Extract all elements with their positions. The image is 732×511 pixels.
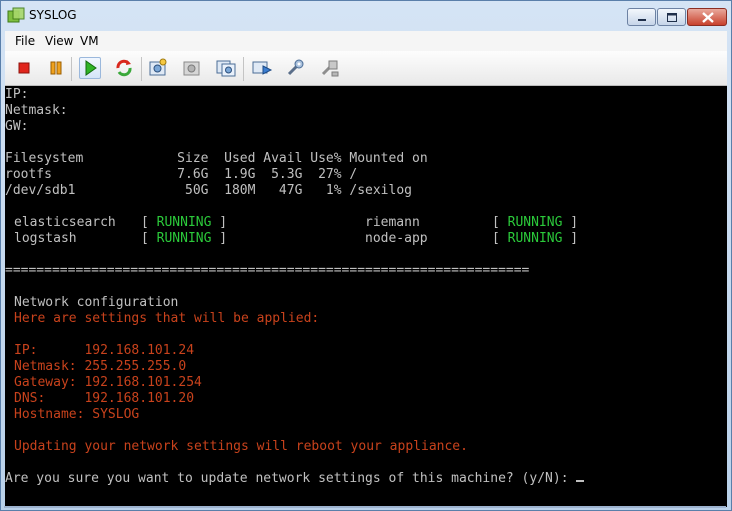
setting-value: 192.168.101.254	[84, 375, 202, 390]
separator-line: ========================================…	[5, 263, 530, 278]
setting-dns: DNS: 192.168.101.20	[14, 391, 194, 407]
setting-label: DNS:	[14, 391, 85, 406]
close-icon	[702, 12, 714, 23]
setting-gateway: Gateway: 192.168.101.254	[14, 375, 202, 391]
service-status: [ RUNNING ]	[492, 215, 579, 230]
setting-value: 192.168.101.20	[84, 391, 195, 406]
service-name: riemann	[365, 215, 420, 230]
ip-label: IP:	[5, 87, 29, 102]
close-button[interactable]	[687, 8, 727, 26]
window-title: SYSLOG	[29, 8, 77, 22]
vm-console[interactable]: IP: Netmask: GW: Filesystem Size Used Av…	[5, 86, 727, 507]
toolbar-separator	[71, 57, 72, 81]
status-running: RUNNING	[507, 231, 563, 246]
settings-icon[interactable]	[285, 57, 307, 79]
menu-vm[interactable]: VM	[80, 34, 99, 48]
menu-bar: File View VM	[5, 31, 727, 51]
network-config-title: Network configuration	[14, 295, 179, 310]
setting-hostname: Hostname: SYSLOG	[14, 407, 139, 423]
menu-view[interactable]: View	[45, 34, 73, 48]
service-name: logstash	[14, 231, 77, 246]
minimize-icon	[638, 19, 646, 21]
confirm-prompt: Are you sure you want to update network …	[5, 471, 577, 486]
maximize-button[interactable]	[657, 8, 686, 26]
status-running: RUNNING	[507, 215, 563, 230]
maximize-icon	[667, 13, 677, 22]
install-tools-icon[interactable]	[319, 57, 341, 79]
service-status: [ RUNNING ]	[141, 231, 228, 246]
netmask-label: Netmask:	[5, 103, 68, 118]
vm-window: SYSLOG File View VM IP: Netmask: GW: Fil…	[0, 0, 732, 511]
minimize-button[interactable]	[627, 8, 656, 26]
send-ctrl-alt-del-icon[interactable]	[251, 57, 273, 79]
reboot-warning: Updating your network settings will rebo…	[14, 439, 468, 454]
status-running: RUNNING	[156, 231, 212, 246]
df-header: Filesystem Size Used Avail Use% Mounted …	[5, 151, 428, 166]
snapshot-icon[interactable]	[147, 57, 169, 79]
revert-icon[interactable]	[181, 57, 203, 79]
toolbar	[5, 51, 727, 86]
setting-netmask: Netmask: 255.255.255.0	[14, 359, 186, 375]
stop-icon[interactable]	[13, 57, 35, 79]
window-bottom-edge	[4, 506, 726, 508]
service-name: node-app	[365, 231, 428, 246]
menu-file[interactable]: File	[15, 34, 35, 48]
df-row: /dev/sdb1 50G 180M 47G 1% /sexilog	[5, 183, 412, 198]
df-row: rootfs 7.6G 1.9G 5.3G 27% /	[5, 167, 358, 182]
text-cursor	[576, 480, 585, 482]
toolbar-separator	[141, 57, 142, 81]
gw-label: GW:	[5, 119, 29, 134]
confirm-prompt-line[interactable]: Are you sure you want to update network …	[5, 471, 585, 487]
title-bar[interactable]: SYSLOG	[1, 1, 731, 31]
play-icon[interactable]	[79, 57, 101, 79]
toolbar-separator	[243, 57, 244, 81]
pause-icon[interactable]	[45, 57, 67, 79]
setting-label: Hostname:	[14, 407, 93, 422]
setting-value: SYSLOG	[92, 407, 140, 422]
service-name: elasticsearch	[14, 215, 116, 230]
network-config-subtitle: Here are settings that will be applied:	[14, 311, 320, 326]
setting-label: IP:	[14, 343, 85, 358]
service-status: [ RUNNING ]	[141, 215, 228, 230]
service-status: [ RUNNING ]	[492, 231, 579, 246]
manage-snapshots-icon[interactable]	[215, 57, 237, 79]
setting-value: 255.255.255.0	[84, 359, 187, 374]
setting-label: Gateway:	[14, 375, 85, 390]
setting-label: Netmask:	[14, 359, 85, 374]
client-area: File View VM IP: Netmask: GW: Filesystem…	[5, 31, 727, 507]
status-running: RUNNING	[156, 215, 212, 230]
setting-value: 192.168.101.24	[84, 343, 195, 358]
reset-icon[interactable]	[113, 57, 135, 79]
setting-ip: IP: 192.168.101.24	[14, 343, 194, 359]
vmware-icon	[7, 7, 25, 25]
